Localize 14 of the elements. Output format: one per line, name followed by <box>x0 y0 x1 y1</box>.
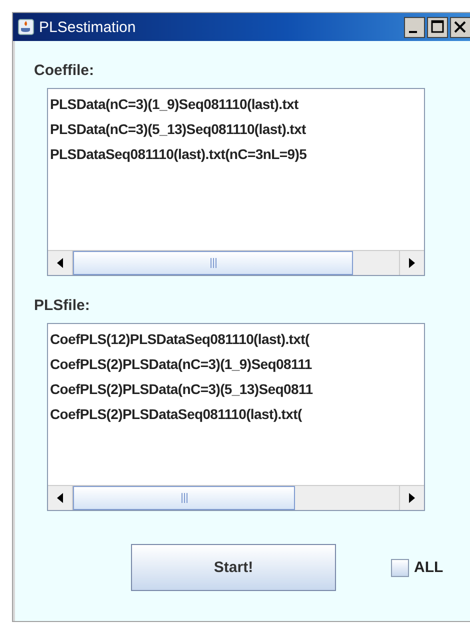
list-item[interactable]: PLSData(nC=3)(1_9)Seq081110(last).txt <box>50 92 298 117</box>
list-label: PLSfile: <box>34 297 90 314</box>
list-item[interactable]: PLSData(nC=3)(5_13)Seq081110(last).txt <box>50 117 306 142</box>
checkbox-label: ALL <box>414 559 444 576</box>
list-item[interactable]: CoefPLS(12)PLSDataSeq081110(last).txt( <box>50 327 310 352</box>
list-item[interactable]: CoefPLS(2)PLSData(nC=3)(5_13)Seq0811 <box>50 377 313 402</box>
file-list[interactable]: PLSData(nC=3)(1_9)Seq081110(last).txt PLSData(nC=3)(5_13)Seq081110(last).txt PLSDataSeq081110(last).txt(nC=3nL=9)5 <box>47 88 425 276</box>
list-item[interactable]: PLSDataSeq081110(last).txt(nC=3nL=9)5 <box>50 142 307 167</box>
start-button[interactable]: Start! <box>131 544 336 591</box>
list-label: Coeffile: <box>34 62 94 79</box>
list-item[interactable]: CoefPLS(2)PLSDataSeq081110(last).txt( <box>50 402 302 427</box>
file-list[interactable]: CoefPLS(12)PLSDataSeq081110(last).txt( CoefPLS(2)PLSData(nC=3)(1_9)Seq08111 CoefPLS(2)PLSData(nC=3)(5_13)Seq0811 CoefPLS(2)PLSDataSeq081110(last).txt( <box>47 323 425 511</box>
list-item[interactable]: CoefPLS(2)PLSData(nC=3)(1_9)Seq08111 <box>50 352 312 377</box>
window-title: PLSestimation <box>39 18 136 36</box>
